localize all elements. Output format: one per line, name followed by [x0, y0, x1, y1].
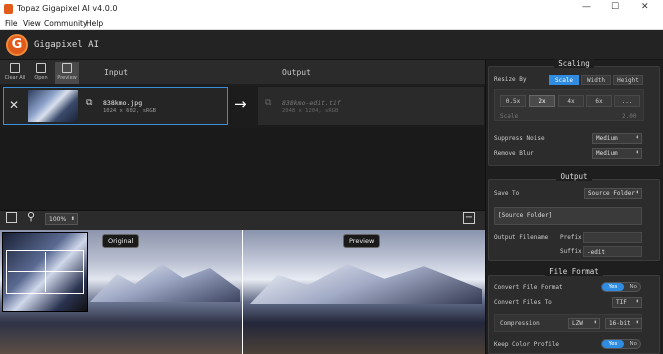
file-list-empty-area: [0, 128, 485, 210]
navigator-crosshair: [45, 252, 46, 292]
input-header: Input: [104, 68, 129, 77]
app-name: Gigapixel AI: [34, 40, 100, 50]
minimize-button[interactable]: —: [582, 2, 591, 12]
arrow-right-icon: →: [234, 95, 247, 113]
suffix-input[interactable]: -edit: [583, 246, 642, 257]
output-header: Output: [282, 68, 311, 77]
title-bar: Topaz Gigapixel AI v4.0.0 — ☐ ✕: [0, 0, 663, 18]
resize-by-label: Resize By: [494, 76, 527, 83]
stepper-icon: ⬍: [635, 319, 639, 326]
app-logo: G: [6, 34, 28, 56]
stepper-icon: ⬍: [70, 216, 75, 222]
convert-format-toggle[interactable]: Yes No: [601, 282, 641, 292]
scaling-header: Scaling: [488, 59, 660, 68]
search-icon[interactable]: ⚲: [27, 210, 35, 223]
split-divider[interactable]: [242, 230, 243, 354]
folder-icon: [36, 63, 46, 73]
scale-custom-button[interactable]: ...: [614, 95, 640, 107]
convert-to-select[interactable]: TIF ⬍: [612, 297, 642, 308]
resize-height-option[interactable]: Height: [613, 75, 643, 85]
menu-file[interactable]: File: [5, 19, 18, 28]
suppress-noise-select[interactable]: Medium ⬍: [592, 133, 642, 144]
resize-scale-option[interactable]: Scale: [549, 75, 579, 85]
stepper-icon: ⬍: [635, 189, 639, 196]
open-button[interactable]: Open: [29, 62, 53, 84]
clear-icon: [10, 63, 20, 73]
input-filename: 838kmo.jpg: [103, 99, 143, 107]
output-filename: 838kmo-edit.tif: [282, 99, 341, 107]
menu-bar: File View Community Help: [0, 18, 663, 30]
menu-community[interactable]: Community: [44, 19, 87, 28]
open-external-icon[interactable]: ⧉: [265, 98, 271, 108]
open-external-icon[interactable]: ⧉: [86, 98, 92, 108]
suppress-noise-label: Suppress Noise: [494, 135, 545, 142]
clear-all-button[interactable]: Clear All: [3, 62, 27, 84]
original-label: Original: [102, 234, 140, 248]
collapse-panel-icon[interactable]: −: [463, 212, 475, 224]
app-header: G Gigapixel AI: [0, 30, 663, 60]
scale-6x-button[interactable]: 6x: [586, 95, 612, 107]
close-button[interactable]: ✕: [641, 2, 649, 12]
window-title: Topaz Gigapixel AI v4.0.0: [17, 4, 118, 13]
output-header-label: Output: [488, 172, 660, 181]
save-to-label: Save To: [494, 190, 520, 197]
keep-color-profile-label: Keep Color Profile: [494, 341, 560, 348]
scale-2x-button[interactable]: 2x: [529, 95, 555, 107]
save-to-select[interactable]: Source Folder ⬍: [584, 188, 642, 199]
scale-0.5x-button[interactable]: 0.5x: [500, 95, 526, 107]
scale-4x-button[interactable]: 4x: [558, 95, 584, 107]
split-view-icon: [62, 63, 72, 73]
remove-blur-label: Remove Blur: [494, 150, 534, 157]
navigator-crosshair: [8, 271, 83, 272]
keep-color-profile-toggle[interactable]: Yes No: [601, 339, 641, 349]
fit-view-icon[interactable]: [6, 212, 17, 223]
prefix-label: Prefix: [560, 234, 582, 241]
app-icon: [4, 4, 13, 14]
output-fileinfo: 2048 x 1204, sRGB: [282, 108, 339, 114]
zoom-select[interactable]: 100% ⬍: [45, 213, 78, 225]
compression-select[interactable]: LZW ⬍: [568, 318, 600, 329]
prefix-input[interactable]: [583, 232, 642, 243]
source-folder-field[interactable]: [Source Folder]: [494, 207, 642, 225]
preview-button[interactable]: Preview: [55, 62, 79, 84]
stepper-icon: ⬍: [635, 298, 639, 305]
bit-depth-select[interactable]: 16-bit ⬍: [605, 318, 642, 329]
preview-label: Preview: [343, 234, 381, 248]
stepper-icon: ⬍: [635, 149, 639, 156]
stepper-icon: ⬍: [593, 319, 597, 326]
convert-format-label: Convert File Format: [494, 284, 563, 291]
stepper-icon: ⬍: [635, 134, 639, 141]
suffix-label: Suffix: [560, 248, 582, 255]
scale-value: 2.00: [622, 113, 637, 120]
file-format-header: File Format: [488, 267, 660, 276]
remove-blur-select[interactable]: Medium ⬍: [592, 148, 642, 159]
menu-help[interactable]: Help: [86, 19, 103, 28]
menu-view[interactable]: View: [23, 19, 41, 28]
output-filename-label: Output Filename: [494, 234, 549, 241]
maximize-button[interactable]: ☐: [611, 2, 619, 12]
compression-label: Compression: [500, 320, 540, 327]
resize-width-option[interactable]: Width: [581, 75, 611, 85]
input-thumbnail: [28, 90, 78, 122]
remove-file-icon[interactable]: ✕: [9, 98, 19, 112]
input-fileinfo: 1024 x 602, sRGB: [103, 108, 156, 114]
convert-to-label: Convert Files To: [494, 299, 552, 306]
scale-label: Scale: [500, 113, 519, 120]
